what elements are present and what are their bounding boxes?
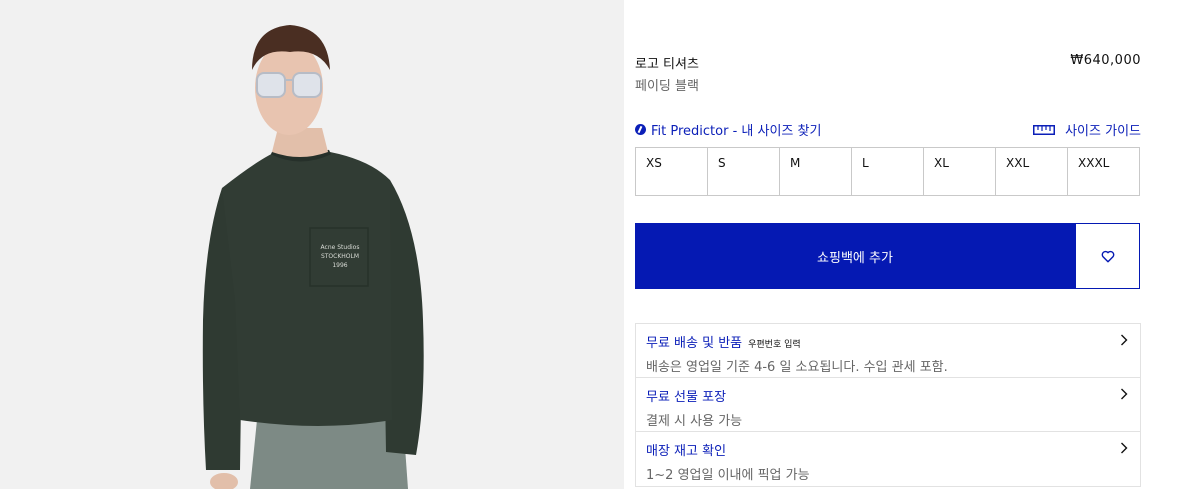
size-option-m[interactable]: M [780, 148, 852, 195]
product-color: 페이딩 블랙 [635, 79, 699, 94]
fit-predictor-link[interactable]: Fit Predictor - 내 사이즈 찾기 [635, 120, 821, 139]
service-title: 무료 선물 포장 [646, 390, 727, 405]
print-line-2: STOCKHOLM [321, 253, 359, 260]
fit-predictor-icon [635, 124, 646, 135]
print-line-3: 1996 [332, 262, 347, 269]
product-image[interactable]: Acne Studios STOCKHOLM 1996 [0, 0, 624, 489]
size-guide-label: 사이즈 가이드 [1065, 124, 1141, 139]
postcode-badge[interactable]: 우편번호 입력 [748, 340, 801, 350]
service-title: 매장 재고 확인 [646, 444, 727, 459]
size-option-xxl[interactable]: XXL [996, 148, 1068, 195]
add-to-bag-button[interactable]: 쇼핑백에 추가 [635, 223, 1075, 289]
size-selector: XS S M L XL XXL XXXL [635, 147, 1140, 196]
service-description: 1~2 영업일 이내에 픽업 가능 [646, 468, 810, 483]
product-info-panel: 로고 티셔츠 페이딩 블랙 ₩640,000 Fit Predictor - 내… [624, 0, 1180, 489]
size-option-s[interactable]: S [708, 148, 780, 195]
service-description: 결제 시 사용 가능 [646, 414, 743, 429]
chevron-right-icon [1121, 388, 1128, 400]
size-option-xxxl[interactable]: XXXL [1068, 148, 1139, 195]
size-option-xl[interactable]: XL [924, 148, 996, 195]
service-free-shipping[interactable]: 무료 배송 및 반품 우편번호 입력 배송은 영업일 기준 4-6 일 소요됩니다… [636, 324, 1140, 378]
service-store-stock[interactable]: 매장 재고 확인 1~2 영업일 이내에 픽업 가능 [636, 432, 1140, 486]
service-list: 무료 배송 및 반품 우편번호 입력 배송은 영업일 기준 4-6 일 소요됩니다… [635, 323, 1141, 487]
size-guide-link[interactable]: 사이즈 가이드 [1033, 120, 1141, 139]
print-line-1: Acne Studios [321, 244, 360, 251]
wishlist-button[interactable] [1075, 223, 1140, 289]
ruler-icon [1033, 124, 1056, 135]
service-description: 배송은 영업일 기준 4-6 일 소요됩니다. 수입 관세 포함. [646, 360, 948, 375]
fit-predictor-label: Fit Predictor - 내 사이즈 찾기 [651, 124, 822, 139]
heart-icon [1101, 250, 1114, 262]
product-price: ₩640,000 [1070, 53, 1141, 68]
service-title: 무료 배송 및 반품 [646, 336, 743, 351]
service-gift-wrap[interactable]: 무료 선물 포장 결제 시 사용 가능 [636, 378, 1140, 432]
model-illustration: Acne Studios STOCKHOLM 1996 [202, 25, 424, 489]
chevron-right-icon [1121, 442, 1128, 454]
product-title: 로고 티셔츠 [635, 57, 699, 72]
size-option-l[interactable]: L [852, 148, 924, 195]
size-option-xs[interactable]: XS [636, 148, 708, 195]
chevron-right-icon [1121, 334, 1128, 346]
